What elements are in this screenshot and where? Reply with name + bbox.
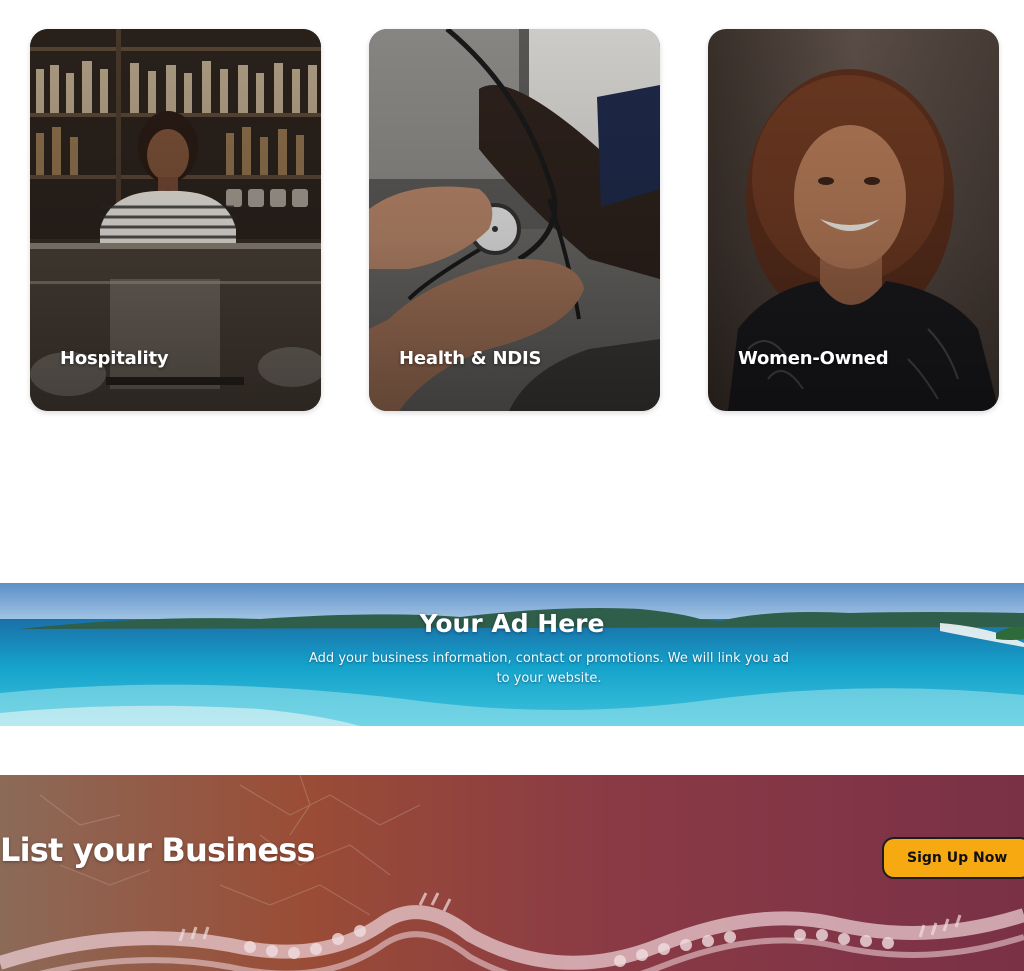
- ad-description: Add your business information, contact o…: [309, 651, 789, 686]
- category-card-hospitality[interactable]: Hospitality: [30, 29, 321, 411]
- category-card-health-ndis[interactable]: Health & NDIS: [369, 29, 660, 411]
- category-label: Hospitality: [60, 348, 169, 369]
- ad-title: Your Ad Here: [419, 609, 605, 638]
- list-business-title: List your Business: [0, 831, 316, 869]
- page: Hospitality Health & NDIS Women-Owned Yo…: [0, 0, 1024, 971]
- ad-banner[interactable]: Your Ad Here Add your business informati…: [0, 583, 1024, 726]
- sign-up-button[interactable]: Sign Up Now: [882, 837, 1024, 879]
- list-business-section: List your Business Sign Up Now: [0, 775, 1024, 971]
- category-label: Health & NDIS: [399, 348, 542, 369]
- earth-texture-background: [0, 775, 1024, 971]
- category-label: Women-Owned: [738, 348, 889, 369]
- category-card-women-owned[interactable]: Women-Owned: [708, 29, 999, 411]
